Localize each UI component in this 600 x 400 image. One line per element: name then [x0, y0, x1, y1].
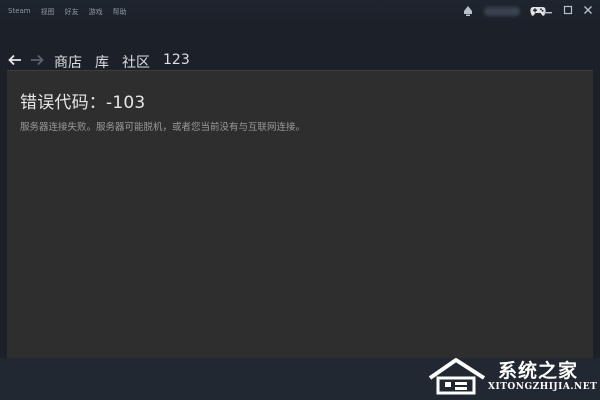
close-icon[interactable] [582, 4, 594, 16]
nav-links: 商店 库 社区 123 [54, 52, 190, 72]
watermark: 系统之家 XITONGZHIJIA.NET [420, 350, 600, 400]
maximize-icon[interactable] [562, 4, 574, 16]
menu-item-steam[interactable]: Steam [8, 7, 31, 17]
watermark-title: 系统之家 [498, 360, 579, 382]
menu-item-games[interactable]: 游戏 [89, 7, 103, 17]
nav-community[interactable]: 社区 [122, 52, 150, 72]
arrow-right-icon[interactable] [30, 54, 44, 66]
house-logo-icon [428, 358, 486, 395]
window-controls [542, 4, 594, 16]
error-title: 错误代码：-103 [20, 93, 146, 113]
watermark-url: XITONGZHIJIA.NET [488, 382, 598, 392]
bell-icon[interactable] [462, 5, 474, 17]
minimize-icon[interactable] [542, 4, 554, 16]
title-bar: Steam 视图 好友 游戏 帮助 [0, 0, 600, 24]
nav-library[interactable]: 库 [95, 52, 109, 72]
nav-profile[interactable]: 123 [163, 52, 190, 72]
menu-item-friends[interactable]: 好友 [65, 7, 79, 17]
nav-store[interactable]: 商店 [54, 52, 82, 72]
error-panel: 错误代码：-103 服务器连接失败。服务器可能脱机，或者您当前没有与互联网连接。 [7, 70, 593, 358]
nav-bar: 商店 库 社区 123 [0, 24, 600, 71]
arrow-left-icon[interactable] [8, 54, 22, 66]
menu-item-view[interactable]: 视图 [41, 7, 55, 17]
menu-item-help[interactable]: 帮助 [113, 7, 127, 17]
menu-bar: Steam 视图 好友 游戏 帮助 [8, 7, 127, 17]
error-message: 服务器连接失败。服务器可能脱机，或者您当前没有与互联网连接。 [20, 122, 306, 133]
account-name-blurred[interactable] [484, 7, 520, 16]
